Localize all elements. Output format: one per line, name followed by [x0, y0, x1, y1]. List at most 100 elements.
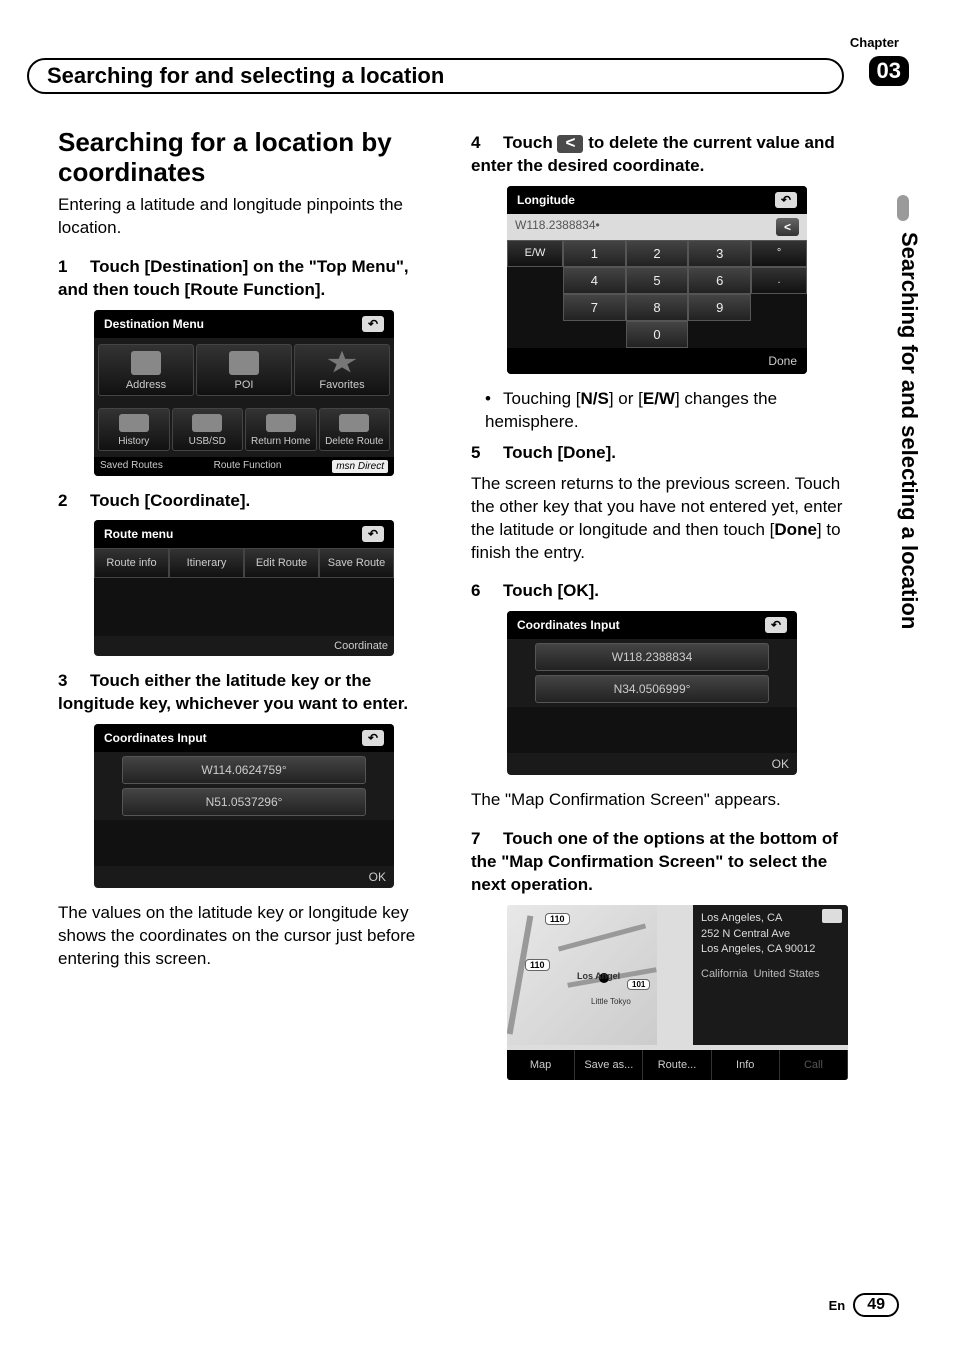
saveas-button[interactable]: Save as... — [575, 1050, 643, 1080]
dest-return-home[interactable]: Return Home — [245, 408, 317, 451]
key-6[interactable]: 6 — [688, 267, 751, 294]
latitude-key[interactable]: N51.0537296° — [122, 788, 366, 816]
key-degree[interactable]: ° — [751, 240, 807, 267]
footer-language: En — [829, 1298, 846, 1313]
back-icon[interactable]: ↶ — [362, 730, 384, 746]
coord-explain-paragraph: The values on the latitude key or longit… — [58, 902, 435, 971]
coordinates-input-screenshot-2: Coordinates Input ↶ W118.2388834 N34.050… — [507, 611, 797, 775]
edit-route-button[interactable]: Edit Route — [244, 548, 319, 578]
destination-menu-screenshot: Destination Menu ↶ Address POI Favorites… — [94, 310, 394, 476]
destination-menu-title: Destination Menu — [104, 317, 204, 331]
longitude-key[interactable]: W114.0624759° — [122, 756, 366, 784]
map-addr-line1: Los Angeles, CA — [701, 911, 840, 926]
back-icon[interactable]: ↶ — [765, 617, 787, 633]
map-country: United States — [754, 968, 820, 980]
map-button[interactable]: Map — [507, 1050, 575, 1080]
dest-usbsd[interactable]: USB/SD — [172, 408, 244, 451]
save-route-button[interactable]: Save Route — [319, 548, 394, 578]
longitude-display-value: W118.2388834• — [515, 218, 600, 236]
header-title: Searching for and selecting a location — [47, 63, 444, 89]
map-confirm-paragraph: The "Map Confirmation Screen" appears. — [471, 789, 848, 812]
page-number: 49 — [853, 1293, 899, 1317]
ew-toggle[interactable]: E/W — [507, 240, 563, 267]
map-label-littletokyo: Little Tokyo — [591, 997, 631, 1006]
map-area[interactable]: 110 110 101 Los Angel Little Tokyo — [507, 905, 657, 1045]
delete-button[interactable]: < — [776, 218, 799, 236]
map-confirmation-screenshot: 110 110 101 Los Angel Little Tokyo Los A… — [507, 905, 848, 1080]
route-button[interactable]: Route... — [643, 1050, 711, 1080]
call-button[interactable]: Call — [780, 1050, 848, 1080]
intro-paragraph: Entering a latitude and longitude pinpoi… — [58, 194, 435, 240]
key-dot[interactable]: . — [751, 267, 807, 294]
back-icon[interactable]: ↶ — [362, 526, 384, 542]
done-button[interactable]: Done — [768, 354, 797, 368]
dest-delete-route[interactable]: Delete Route — [319, 408, 391, 451]
side-accent — [897, 195, 909, 221]
step-2-text: Touch [Coordinate]. — [90, 491, 250, 510]
chapter-label: Chapter — [850, 35, 899, 50]
dest-favorites[interactable]: Favorites — [294, 344, 390, 396]
dest-address[interactable]: Address — [98, 344, 194, 396]
step-1-text: Touch [Destination] on the "Top Menu", a… — [58, 257, 409, 299]
route-badge-101: 101 — [627, 979, 650, 990]
dest-saved-routes[interactable]: Saved Routes — [100, 460, 163, 473]
step-7-text: Touch one of the options at the bottom o… — [471, 829, 838, 894]
dest-poi[interactable]: POI — [196, 344, 292, 396]
step-4-text-a: Touch — [503, 133, 553, 152]
info-button[interactable]: Info — [712, 1050, 780, 1080]
key-4[interactable]: 4 — [563, 267, 626, 294]
map-addr-line2: 252 N Central Ave — [701, 927, 840, 942]
latitude-key-2[interactable]: N34.0506999° — [535, 675, 769, 703]
ok-button[interactable]: OK — [369, 870, 386, 884]
left-column: Searching for a location by coordinates … — [58, 128, 435, 1094]
key-2[interactable]: 2 — [626, 240, 689, 267]
route-badge-110a: 110 — [545, 913, 570, 925]
map-info-panel: Los Angeles, CA 252 N Central Ave Los An… — [693, 905, 848, 1045]
key-3[interactable]: 3 — [688, 240, 751, 267]
longitude-title: Longitude — [517, 193, 575, 207]
key-1[interactable]: 1 — [563, 240, 626, 267]
route-badge-110b: 110 — [525, 959, 550, 971]
header-bar: Searching for and selecting a location — [27, 58, 844, 94]
step-6: 6Touch [OK]. — [471, 580, 848, 603]
back-icon[interactable] — [822, 909, 842, 923]
coordinate-button[interactable]: Coordinate — [334, 640, 388, 652]
dest-history[interactable]: History — [98, 408, 170, 451]
key-5[interactable]: 5 — [626, 267, 689, 294]
chapter-number-badge: 03 — [869, 56, 909, 86]
step-5-body: The screen returns to the previous scree… — [471, 473, 848, 565]
longitude-keypad-screenshot: Longitude ↶ W118.2388834• < E/W 1 2 3 ° … — [507, 186, 807, 374]
route-info-button[interactable]: Route info — [94, 548, 169, 578]
step-2: 2Touch [Coordinate]. — [58, 490, 435, 513]
longitude-key-2[interactable]: W118.2388834 — [535, 643, 769, 671]
step-1: 1Touch [Destination] on the "Top Menu", … — [58, 256, 435, 302]
delete-icon: < — [557, 135, 583, 153]
key-0[interactable]: 0 — [626, 321, 689, 348]
route-menu-title: Route menu — [104, 527, 173, 541]
key-9[interactable]: 9 — [688, 294, 751, 321]
hemisphere-note: •Touching [N/S] or [E/W] changes the hem… — [485, 388, 848, 434]
step-3-text: Touch either the latitude key or the lon… — [58, 671, 408, 713]
route-menu-screenshot: Route menu ↶ Route info Itinerary Edit R… — [94, 520, 394, 656]
key-7[interactable]: 7 — [563, 294, 626, 321]
step-5: 5Touch [Done]. — [471, 442, 848, 465]
coordinates-input-screenshot-1: Coordinates Input ↶ W114.0624759° N51.05… — [94, 724, 394, 888]
dest-route-function[interactable]: Route Function — [214, 460, 282, 473]
map-state: California — [701, 968, 747, 980]
map-addr-line3: Los Angeles, CA 90012 — [701, 942, 840, 957]
msn-direct-badge: msn Direct — [332, 460, 388, 473]
ok-button[interactable]: OK — [772, 757, 789, 771]
step-7: 7Touch one of the options at the bottom … — [471, 828, 848, 897]
section-heading: Searching for a location by coordinates — [58, 128, 435, 188]
back-icon[interactable]: ↶ — [775, 192, 797, 208]
map-label-losangeles: Los Angel — [577, 971, 620, 981]
step-6-text: Touch [OK]. — [503, 581, 599, 600]
right-column: 4Touch < to delete the current value and… — [471, 128, 848, 1094]
back-icon[interactable]: ↶ — [362, 316, 384, 332]
itinerary-button[interactable]: Itinerary — [169, 548, 244, 578]
step-3: 3Touch either the latitude key or the lo… — [58, 670, 435, 716]
coordinates-input-title: Coordinates Input — [104, 731, 207, 745]
key-8[interactable]: 8 — [626, 294, 689, 321]
step-5-text: Touch [Done]. — [503, 443, 616, 462]
side-vertical-title: Searching for and selecting a location — [896, 232, 922, 629]
